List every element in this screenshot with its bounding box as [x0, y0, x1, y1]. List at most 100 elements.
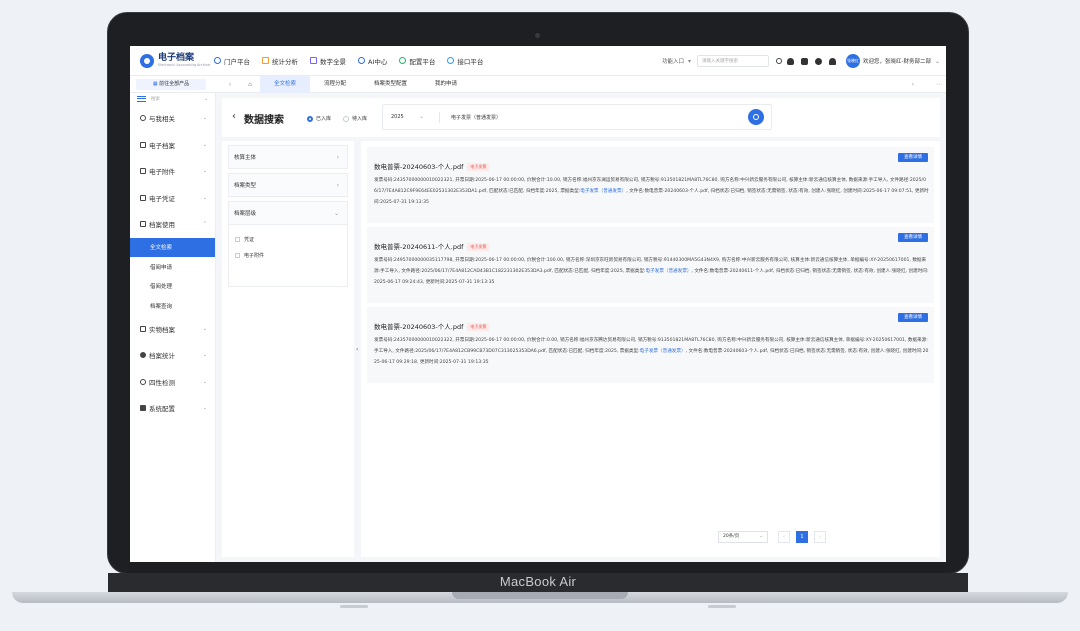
sidebar-item-archive-use[interactable]: 档案使用 ⌃ — [130, 211, 215, 238]
chevron-down-icon[interactable]: ⌄ — [935, 58, 940, 65]
chevron-down-icon[interactable]: ⌄ — [419, 113, 424, 120]
radio-unselected-icon — [343, 115, 349, 122]
next-page-icon[interactable]: › — [814, 531, 826, 543]
chevron-down-icon[interactable]: ▾ — [688, 58, 691, 65]
nav-config[interactable]: 配置平台 — [399, 56, 435, 66]
filter-archive-level[interactable]: 档案层级 ⌄ — [228, 201, 348, 225]
sidebar-search[interactable]: 搜索 ⌄ — [130, 93, 215, 105]
chevron-down-icon: ⌄ — [202, 141, 207, 148]
chevron-up-icon: ⌃ — [202, 221, 207, 228]
page-size-select[interactable]: 20条/页 ⌄ — [718, 531, 768, 543]
sidebar-item-e-voucher[interactable]: 电子凭证 ⌄ — [130, 185, 215, 212]
tab-archive-type-config[interactable]: 档案类型配置 — [360, 76, 421, 93]
result-card: 数电普票-20240603-个人.pdf 电子发票 查看详情 发票号码:24357… — [367, 147, 934, 223]
welcome-text[interactable]: 欢迎您，张晓红-财务部二部 — [863, 57, 931, 65]
nav-portal[interactable]: 门户平台 — [214, 56, 250, 66]
nav-ai-center[interactable]: AI中心 — [358, 56, 387, 66]
chevron-down-icon: ⌄ — [202, 194, 207, 201]
result-title[interactable]: 数电普票-20240603-个人.pdf 电子发票 — [374, 161, 490, 171]
nav-interface[interactable]: 接口平台 — [447, 56, 483, 66]
sidebar-item-e-archive[interactable]: 电子档案 ⌄ — [130, 132, 215, 159]
menu-icon[interactable] — [137, 96, 146, 102]
statistics-icon — [262, 57, 269, 64]
sidebar-item-system-config[interactable]: 系统配置 ⌄ — [130, 395, 215, 422]
result-body: 发票号码:24357000000010022322, 开票日期:2025-06-… — [374, 335, 929, 369]
tab-fulltext-search[interactable]: 全文检索 — [260, 76, 311, 93]
sidebar-item-physical-archive[interactable]: 实物档案 ⌄ — [130, 316, 215, 343]
checkbox[interactable] — [235, 252, 240, 258]
home-icon[interactable]: ⌂ — [240, 81, 260, 88]
divider — [439, 112, 440, 123]
back-arrow-icon[interactable]: ‹ — [232, 111, 236, 122]
search-placeholder: 请输入关键字搜索 — [701, 59, 738, 64]
sidebar-sub-borrow-handle[interactable]: 借阅处理 — [130, 277, 215, 297]
radio-archived[interactable]: 已入库 — [307, 115, 331, 122]
sidebar-item-label: 档案统计 — [149, 352, 175, 361]
search-button[interactable] — [748, 109, 764, 125]
nav-label: AI中心 — [368, 57, 388, 66]
radio-pending[interactable]: 待入库 — [343, 115, 367, 122]
option-e-attachment[interactable]: 电子附件 — [229, 247, 347, 263]
sidebar-item-label: 电子档案 — [149, 141, 175, 150]
sidebar-item-related[interactable]: 与我相关 ⌄ — [130, 105, 215, 132]
filter-archive-type[interactable]: 档案类型 › — [228, 173, 348, 197]
prev-page-icon[interactable]: ‹ — [778, 531, 790, 543]
page-title: 数据搜索 — [244, 115, 284, 126]
all-products-button[interactable]: ▦ 前往全部产品 — [136, 79, 206, 90]
view-detail-button[interactable]: 查看详情 — [898, 313, 928, 322]
search-input[interactable]: 请输入关键字搜索 — [696, 55, 782, 67]
sidebar-item-label: 实物档案 — [149, 325, 175, 334]
option-label: 凭证 — [244, 236, 255, 243]
sidebar-item-archive-stats[interactable]: 档案统计 ⌄ — [130, 342, 215, 369]
nav-statistics[interactable]: 统计分析 — [262, 56, 298, 66]
year-select[interactable]: 2025 — [391, 114, 404, 120]
sidebar-item-four-checks[interactable]: 四性检测 ⌄ — [130, 369, 215, 396]
function-entry[interactable]: 功能入口 — [662, 57, 684, 65]
option-voucher[interactable]: 凭证 — [229, 231, 347, 247]
voucher-icon — [140, 194, 146, 201]
tab-process-assign[interactable]: 流程分配 — [310, 76, 360, 93]
user-group-icon[interactable] — [828, 57, 836, 65]
more-icon[interactable]: ⋯ — [936, 81, 942, 88]
view-detail-button[interactable]: 查看详情 — [898, 233, 928, 242]
interface-icon — [447, 57, 455, 64]
search-icon[interactable] — [775, 58, 782, 64]
invoice-type-link[interactable]: 电子发票（普通发票） — [645, 269, 691, 274]
filter-accounting-entity[interactable]: 核算主体 › — [228, 145, 348, 169]
top-nav: 门户平台 统计分析 数字全景 AI中心 配置平台 接口平台 — [214, 56, 495, 66]
stats-icon — [140, 352, 146, 359]
tab-my-requests[interactable]: 我的申请 — [421, 76, 471, 93]
sidebar-sub-archive-query[interactable]: 档案查询 — [130, 296, 215, 316]
device-brand: MacBook Air — [499, 574, 577, 589]
result-card: 数电普票-20240611-个人.pdf 电子发票 查看详情 发票号码:24957… — [367, 227, 934, 303]
tab-scroll-left-icon[interactable]: ‹ — [220, 81, 240, 88]
calendar-icon[interactable] — [800, 57, 808, 65]
view-detail-button[interactable]: 查看详情 — [898, 153, 928, 162]
nav-panorama[interactable]: 数字全景 — [310, 56, 346, 66]
query-input[interactable]: 电子发票（普通发票） — [451, 114, 501, 121]
attachment-icon — [140, 168, 146, 175]
help-icon[interactable] — [814, 57, 822, 65]
chevron-down-icon: ⌄ — [202, 325, 207, 332]
tab-scroll-right-icon[interactable]: › — [912, 81, 914, 88]
avatar[interactable]: 张晓红 — [845, 54, 860, 68]
bell-icon[interactable] — [786, 57, 794, 65]
nav-label: 统计分析 — [272, 57, 298, 66]
sidebar-item-label: 四性检测 — [149, 378, 175, 387]
search-box: 2025 ⌄ 电子发票（普通发票） — [382, 104, 772, 130]
result-title[interactable]: 数电普票-20240611-个人.pdf 电子发票 — [374, 241, 490, 251]
sidebar-sub-fulltext-search[interactable]: 全文检索 — [130, 237, 215, 257]
screen: 电子档案 Electronic Accounting Archive 门户平台 … — [130, 46, 946, 562]
checkbox[interactable] — [235, 236, 240, 242]
result-title[interactable]: 数电普票-20240603-个人.pdf 电子发票 — [374, 321, 490, 331]
sidebar-item-e-attachment[interactable]: 电子附件 ⌄ — [130, 158, 215, 185]
check-icon — [140, 378, 146, 385]
invoice-type-link[interactable]: 电子发票（普通发票） — [580, 189, 626, 194]
invoice-type-link[interactable]: 电子发票（普通发票） — [640, 349, 686, 354]
page-number-current[interactable]: 1 — [796, 531, 808, 543]
result-filename: 数电普票-20240603-个人.pdf — [374, 163, 464, 171]
type-badge: 电子发票 — [467, 243, 490, 251]
sidebar-sub-borrow-request[interactable]: 借阅申请 — [130, 257, 215, 277]
pagination: 20条/页 ⌄ ‹ 1 › — [718, 531, 826, 543]
app-logo[interactable]: 电子档案 Electronic Accounting Archive — [130, 53, 214, 68]
